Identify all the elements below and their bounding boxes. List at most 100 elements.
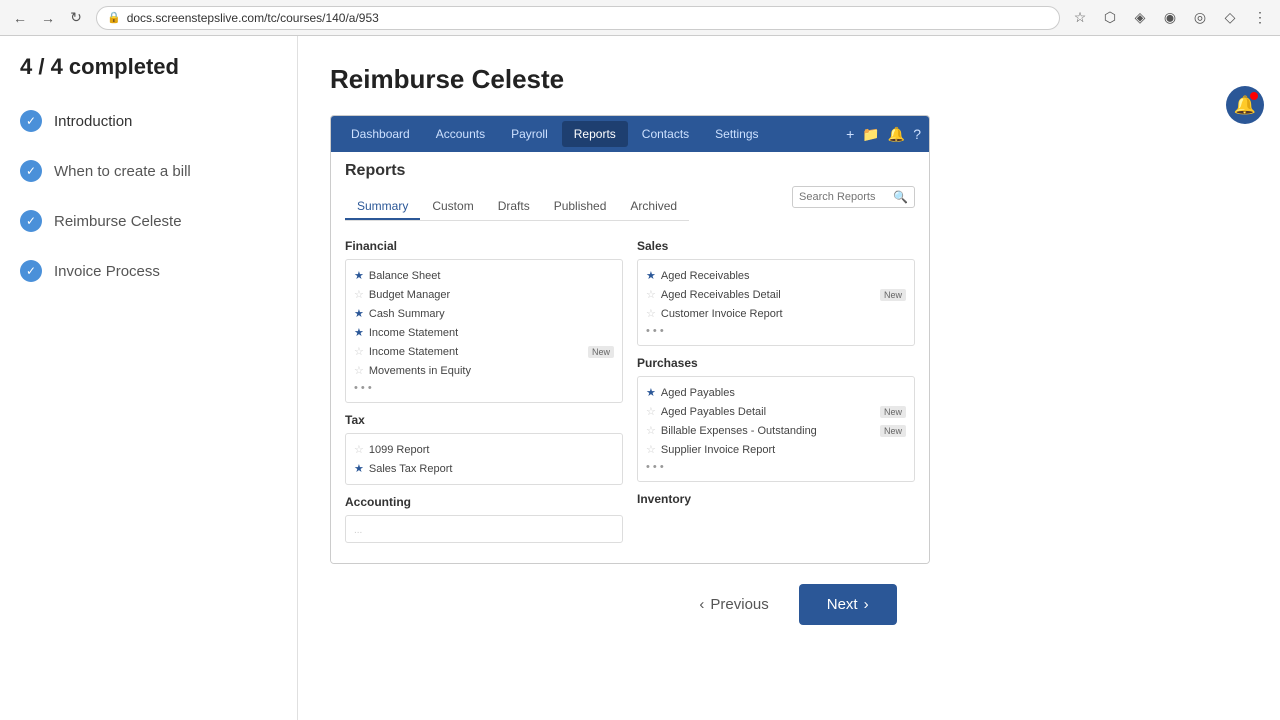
report-label-supplier-invoice: Supplier Invoice Report bbox=[661, 444, 775, 456]
tab-published[interactable]: Published bbox=[542, 194, 619, 220]
page-layout: 4 / 4 completed ✓ Introduction ✓ When to… bbox=[0, 36, 1280, 720]
next-button-label: Next bbox=[827, 596, 858, 613]
app-nav-bar: Dashboard Accounts Payroll Reports Conta… bbox=[331, 116, 929, 152]
sidebar-item-introduction[interactable]: ✓ Introduction bbox=[0, 96, 297, 146]
reports-search[interactable]: 🔍 bbox=[792, 186, 915, 208]
notification-dot bbox=[1250, 92, 1258, 100]
report-item-customer-invoice[interactable]: ☆ Customer Invoice Report bbox=[646, 304, 906, 323]
bookmark-icon[interactable]: ☆ bbox=[1068, 6, 1092, 30]
report-label-aged-receivables: Aged Receivables bbox=[661, 270, 750, 282]
extension-icon-1[interactable]: ⬡ bbox=[1098, 6, 1122, 30]
report-item-sales-tax[interactable]: ★ Sales Tax Report bbox=[354, 459, 614, 478]
notification-bell[interactable]: 🔔 bbox=[1226, 86, 1264, 124]
next-chevron-icon: › bbox=[864, 596, 869, 613]
extension-icon-2[interactable]: ◈ bbox=[1128, 6, 1152, 30]
report-item-balance-sheet[interactable]: ★ Balance Sheet bbox=[354, 266, 614, 285]
badge-aged-receivables-detail: New bbox=[880, 289, 906, 301]
reports-container: Reports Summary Custom Drafts Published … bbox=[331, 152, 929, 563]
badge-aged-payables-detail: New bbox=[880, 406, 906, 418]
tab-custom[interactable]: Custom bbox=[420, 194, 485, 220]
report-item-cash-summary[interactable]: ★ Cash Summary bbox=[354, 304, 614, 323]
progress-header: 4 / 4 completed bbox=[0, 36, 297, 96]
search-icon[interactable]: 🔍 bbox=[893, 190, 908, 204]
app-help-icon[interactable]: ? bbox=[913, 126, 921, 142]
previous-button[interactable]: ‹ Previous bbox=[681, 586, 786, 623]
tab-summary[interactable]: Summary bbox=[345, 194, 420, 220]
menu-icon[interactable]: ⋮ bbox=[1248, 6, 1272, 30]
app-nav-settings[interactable]: Settings bbox=[703, 121, 770, 147]
purchases-ellipsis: • • • bbox=[646, 459, 906, 475]
reports-title: Reports bbox=[345, 162, 405, 180]
back-button[interactable]: ← bbox=[8, 6, 32, 30]
url-text: docs.screenstepslive.com/tc/courses/140/… bbox=[127, 11, 379, 25]
report-item-aged-payables[interactable]: ★ Aged Payables bbox=[646, 383, 906, 402]
main-wrapper: 🔔 Reimburse Celeste Dashboard Accounts P… bbox=[297, 36, 1280, 720]
report-item-income-statement-1[interactable]: ★ Income Statement bbox=[354, 323, 614, 342]
financial-section-box: ★ Balance Sheet ☆ Budget Manager ★ Cash … bbox=[345, 259, 623, 403]
next-button[interactable]: Next › bbox=[799, 584, 897, 625]
report-item-budget-manager[interactable]: ☆ Budget Manager bbox=[354, 285, 614, 304]
inventory-section-title: Inventory bbox=[637, 492, 915, 506]
main-content: Reimburse Celeste Dashboard Accounts Pay… bbox=[297, 36, 1280, 720]
app-nav-icons: + 📁 🔔 ? bbox=[846, 126, 921, 143]
report-label-billable-expenses: Billable Expenses - Outstanding bbox=[661, 425, 817, 437]
forward-button[interactable]: → bbox=[36, 6, 60, 30]
tax-section-box: ☆ 1099 Report ★ Sales Tax Report bbox=[345, 433, 623, 485]
report-item-aged-payables-detail[interactable]: ☆ Aged Payables Detail New bbox=[646, 402, 906, 421]
star-1099: ☆ bbox=[354, 443, 364, 456]
sidebar-item-invoice-process[interactable]: ✓ Invoice Process bbox=[0, 246, 297, 296]
report-item-aged-receivables-detail[interactable]: ☆ Aged Receivables Detail New bbox=[646, 285, 906, 304]
check-icon-when-to-create-a-bill: ✓ bbox=[20, 160, 42, 182]
sidebar-nav: ✓ Introduction ✓ When to create a bill ✓… bbox=[0, 96, 297, 296]
star-supplier-invoice: ☆ bbox=[646, 443, 656, 456]
search-input[interactable] bbox=[799, 191, 889, 203]
tabs-search-row: Summary Custom Drafts Published Archived… bbox=[345, 194, 915, 231]
financial-ellipsis: • • • bbox=[354, 380, 614, 396]
app-nav-reports[interactable]: Reports bbox=[562, 121, 628, 147]
tab-drafts[interactable]: Drafts bbox=[486, 194, 542, 220]
page-title: Reimburse Celeste bbox=[330, 64, 1248, 95]
report-item-movements-equity[interactable]: ☆ Movements in Equity bbox=[354, 361, 614, 380]
report-item-income-statement-2[interactable]: ☆ Income Statement New bbox=[354, 342, 614, 361]
extension-icon-4[interactable]: ◎ bbox=[1188, 6, 1212, 30]
extension-icon-5[interactable]: ◇ bbox=[1218, 6, 1242, 30]
star-sales-tax: ★ bbox=[354, 462, 364, 475]
app-nav-accounts[interactable]: Accounts bbox=[424, 121, 497, 147]
check-icon-reimburse-celeste: ✓ bbox=[20, 210, 42, 232]
app-folder-icon[interactable]: 📁 bbox=[862, 126, 879, 143]
report-label-aged-payables: Aged Payables bbox=[661, 387, 735, 399]
lock-icon: 🔒 bbox=[107, 11, 121, 24]
tab-archived[interactable]: Archived bbox=[618, 194, 689, 220]
refresh-button[interactable]: ↻ bbox=[64, 6, 88, 30]
purchases-section-title: Purchases bbox=[637, 356, 915, 370]
sales-section-title: Sales bbox=[637, 239, 915, 253]
app-notify-icon[interactable]: 🔔 bbox=[888, 126, 905, 143]
nav-buttons: ‹ Previous Next › bbox=[330, 564, 1248, 635]
report-item-billable-expenses[interactable]: ☆ Billable Expenses - Outstanding New bbox=[646, 421, 906, 440]
report-label-balance-sheet: Balance Sheet bbox=[369, 270, 441, 282]
browser-chrome: ← → ↻ 🔒 docs.screenstepslive.com/tc/cour… bbox=[0, 0, 1280, 36]
sidebar-item-when-to-create-a-bill[interactable]: ✓ When to create a bill bbox=[0, 146, 297, 196]
extension-icon-3[interactable]: ◉ bbox=[1158, 6, 1182, 30]
left-column: Financial ★ Balance Sheet ☆ Budget Manag… bbox=[345, 239, 623, 553]
app-nav-contacts[interactable]: Contacts bbox=[630, 121, 701, 147]
sidebar-item-reimburse-celeste[interactable]: ✓ Reimburse Celeste bbox=[0, 196, 297, 246]
report-item-aged-receivables[interactable]: ★ Aged Receivables bbox=[646, 266, 906, 285]
report-label-aged-receivables-detail: Aged Receivables Detail bbox=[661, 289, 781, 301]
report-item-1099[interactable]: ☆ 1099 Report bbox=[354, 440, 614, 459]
reports-header: Reports bbox=[345, 162, 915, 188]
accounting-section-box: ... bbox=[345, 515, 623, 543]
star-billable-expenses: ☆ bbox=[646, 424, 656, 437]
report-item-supplier-invoice[interactable]: ☆ Supplier Invoice Report bbox=[646, 440, 906, 459]
app-plus-icon[interactable]: + bbox=[846, 126, 854, 142]
tax-section-title: Tax bbox=[345, 413, 623, 427]
report-label-cash-summary: Cash Summary bbox=[369, 308, 445, 320]
star-cash-summary: ★ bbox=[354, 307, 364, 320]
app-nav-payroll[interactable]: Payroll bbox=[499, 121, 560, 147]
report-label-aged-payables-detail: Aged Payables Detail bbox=[661, 406, 766, 418]
star-aged-receivables-detail: ☆ bbox=[646, 288, 656, 301]
badge-income-statement-2: New bbox=[588, 346, 614, 358]
prev-chevron-icon: ‹ bbox=[699, 596, 704, 613]
app-nav-dashboard[interactable]: Dashboard bbox=[339, 121, 422, 147]
address-bar[interactable]: 🔒 docs.screenstepslive.com/tc/courses/14… bbox=[96, 6, 1060, 30]
